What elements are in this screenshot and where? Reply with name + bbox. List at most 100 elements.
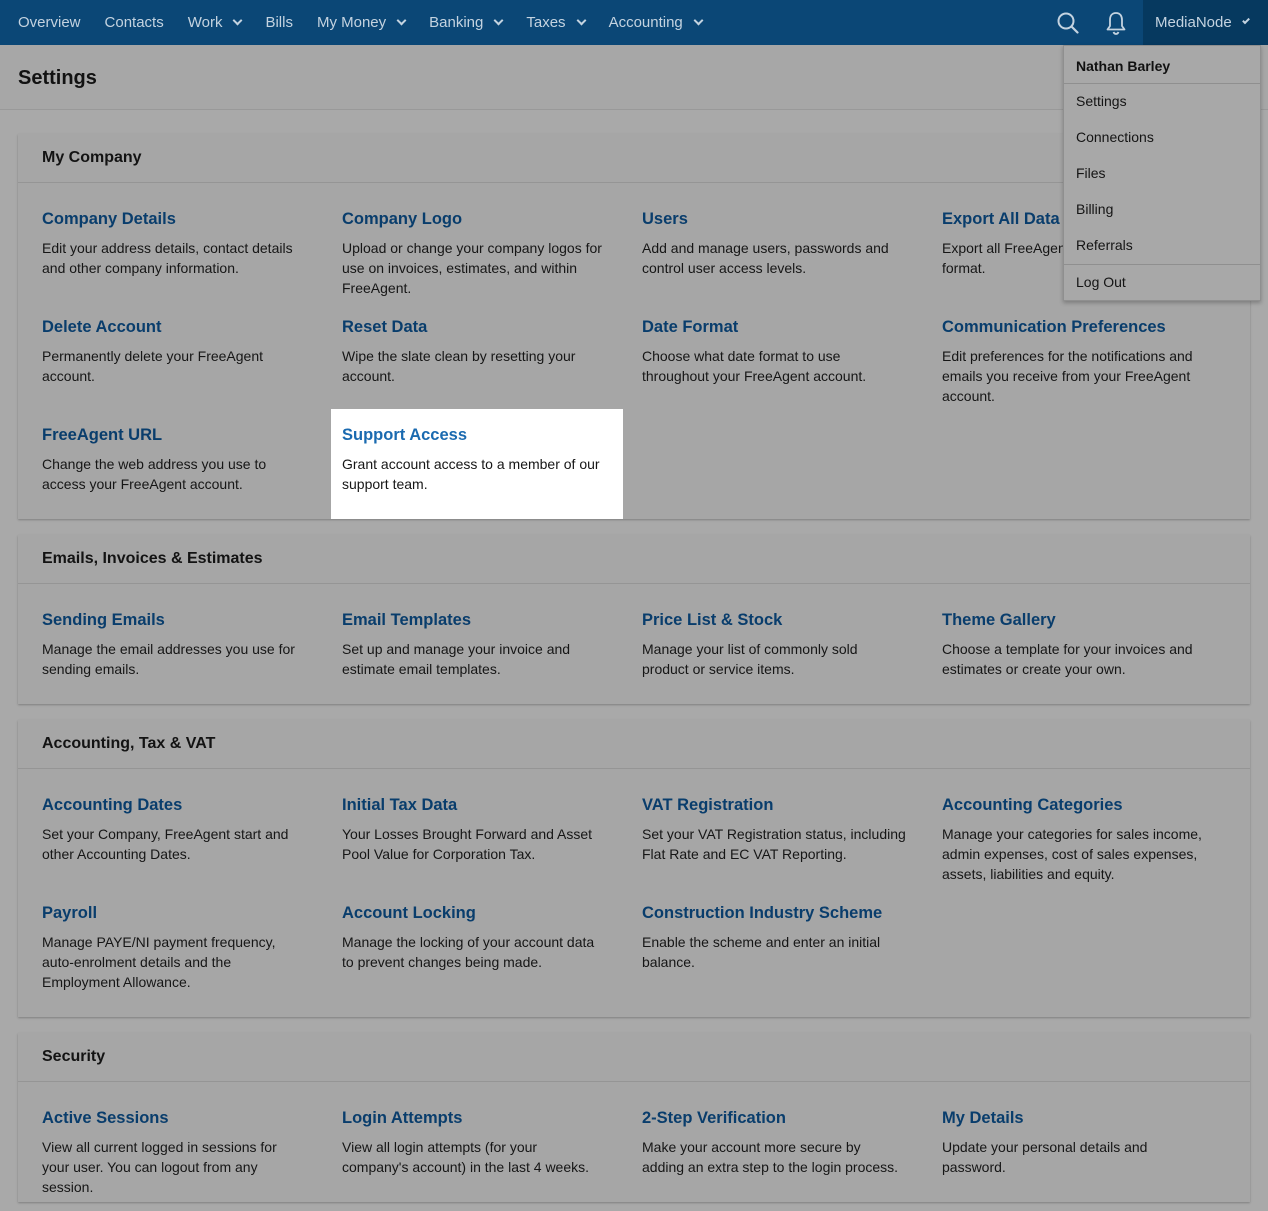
setting-description: Manage the locking of your account data … xyxy=(342,934,595,970)
setting-description: Set your VAT Registration status, includ… xyxy=(642,826,906,862)
setting-link[interactable]: Construction Industry Scheme xyxy=(642,903,910,923)
setting-accounting-categories: Accounting Categories Manage your catego… xyxy=(918,795,1210,884)
setting-vat-registration: VAT Registration Set your VAT Registrati… xyxy=(618,795,910,864)
dropdown-item-connections[interactable]: Connections xyxy=(1064,120,1260,156)
setting-description: Make your account more secure by adding … xyxy=(642,1139,899,1175)
dropdown-item-settings[interactable]: Settings xyxy=(1064,84,1260,120)
nav-label: Overview xyxy=(18,14,81,31)
setting-date-format: Date Format Choose what date format to u… xyxy=(618,317,910,386)
account-label: MediaNode xyxy=(1155,14,1232,31)
account-menu-button[interactable]: MediaNode xyxy=(1143,0,1268,45)
nav-bills[interactable]: Bills xyxy=(265,0,293,45)
setting-link[interactable]: Reset Data xyxy=(342,317,610,337)
top-navigation: Overview Contacts Work Bills My Money Ba… xyxy=(0,0,1268,45)
setting-users: Users Add and manage users, passwords an… xyxy=(618,209,910,278)
setting-link[interactable]: Payroll xyxy=(42,903,310,923)
setting-description: Your Losses Brought Forward and Asset Po… xyxy=(342,826,593,862)
dropdown-item-referrals[interactable]: Referrals xyxy=(1064,228,1260,264)
section-accounting-tax-vat: Accounting, Tax & VAT Accounting Dates S… xyxy=(18,720,1250,1017)
setting-initial-tax-data: Initial Tax Data Your Losses Brought For… xyxy=(318,795,610,864)
setting-link[interactable]: Price List & Stock xyxy=(642,610,910,630)
search-button[interactable] xyxy=(1044,0,1092,45)
setting-link[interactable]: Communication Preferences xyxy=(942,317,1210,337)
setting-description: Manage your list of commonly sold produc… xyxy=(642,641,858,677)
setting-link[interactable]: Email Templates xyxy=(342,610,610,630)
setting-active-sessions: Active Sessions View all current logged … xyxy=(18,1108,310,1197)
setting-link[interactable]: Date Format xyxy=(642,317,910,337)
nav-label: Work xyxy=(187,14,223,31)
setting-description: Edit preferences for the notifications a… xyxy=(942,348,1193,404)
dropdown-user-name: Nathan Barley xyxy=(1064,46,1260,84)
setting-description: Upload or change your company logos for … xyxy=(342,240,602,296)
setting-email-templates: Email Templates Set up and manage your i… xyxy=(318,610,610,679)
nav-overview[interactable]: Overview xyxy=(18,0,81,45)
setting-company-details: Company Details Edit your address detail… xyxy=(18,209,310,278)
setting-link[interactable]: Account Locking xyxy=(342,903,610,923)
setting-description: Enable the scheme and enter an initial b… xyxy=(642,934,881,970)
setting-description: Add and manage users, passwords and cont… xyxy=(642,240,889,276)
setting-description: Permanently delete your FreeAgent accoun… xyxy=(42,348,264,384)
chevron-down-icon xyxy=(693,15,704,26)
setting-link[interactable]: Sending Emails xyxy=(42,610,310,630)
setting-link[interactable]: Accounting Dates xyxy=(42,795,310,815)
setting-description: View all login attempts (for your compan… xyxy=(342,1139,590,1175)
setting-company-logo: Company Logo Upload or change your compa… xyxy=(318,209,610,298)
setting-link[interactable]: Theme Gallery xyxy=(942,610,1210,630)
section-emails-invoices-estimates: Emails, Invoices & Estimates Sending Ema… xyxy=(18,535,1250,704)
setting-2-step-verification: 2-Step Verification Make your account mo… xyxy=(618,1108,910,1177)
page-title: Settings xyxy=(18,67,97,89)
chevron-down-icon xyxy=(493,15,504,26)
setting-description: Choose what date format to use throughou… xyxy=(642,348,867,384)
setting-link[interactable]: Active Sessions xyxy=(42,1108,310,1128)
setting-link[interactable]: Initial Tax Data xyxy=(342,795,610,815)
setting-description: Set your Company, FreeAgent start and ot… xyxy=(42,826,289,862)
setting-link[interactable]: Users xyxy=(642,209,910,229)
section-title: Security xyxy=(18,1033,1250,1082)
nav-taxes[interactable]: Taxes xyxy=(526,0,587,45)
nav-right-group: MediaNode xyxy=(1044,0,1268,45)
setting-link[interactable]: Company Details xyxy=(42,209,310,229)
setting-login-attempts: Login Attempts View all login attempts (… xyxy=(318,1108,610,1177)
nav-label: My Money xyxy=(316,14,387,31)
chevron-down-icon xyxy=(576,15,587,26)
setting-link[interactable]: My Details xyxy=(942,1108,1210,1128)
chevron-down-icon xyxy=(233,15,243,26)
chevron-down-icon xyxy=(1241,16,1250,25)
nav-my-money[interactable]: My Money xyxy=(316,0,407,45)
setting-communication-preferences: Communication Preferences Edit preferenc… xyxy=(918,317,1210,406)
setting-delete-account: Delete Account Permanently delete your F… xyxy=(18,317,310,386)
setting-link[interactable]: VAT Registration xyxy=(642,795,910,815)
nav-label: Bills xyxy=(265,14,293,31)
setting-link[interactable]: 2-Step Verification xyxy=(642,1108,910,1128)
setting-construction-industry-scheme: Construction Industry Scheme Enable the … xyxy=(618,903,910,972)
setting-description: Wipe the slate clean by resetting your a… xyxy=(342,348,576,384)
setting-description: Change the web address you use to access… xyxy=(42,456,267,492)
setting-link[interactable]: Login Attempts xyxy=(342,1108,610,1128)
setting-payroll: Payroll Manage PAYE/NI payment frequency… xyxy=(18,903,310,992)
dropdown-item-billing[interactable]: Billing xyxy=(1064,192,1260,228)
section-title: Emails, Invoices & Estimates xyxy=(18,535,1250,584)
setting-account-locking: Account Locking Manage the locking of yo… xyxy=(318,903,610,972)
nav-banking[interactable]: Banking xyxy=(429,0,504,45)
setting-description: Manage PAYE/NI payment frequency, auto-e… xyxy=(42,934,276,990)
setting-link[interactable]: Company Logo xyxy=(342,209,610,229)
setting-link[interactable]: Accounting Categories xyxy=(942,795,1210,815)
account-dropdown-menu: Nathan Barley Settings Connections Files… xyxy=(1063,45,1261,301)
section-security: Security Active Sessions View all curren… xyxy=(18,1033,1250,1202)
nav-contacts[interactable]: Contacts xyxy=(105,0,164,45)
notifications-button[interactable] xyxy=(1092,0,1140,45)
setting-description: Update your personal details and passwor… xyxy=(942,1139,1148,1175)
dropdown-item-log-out[interactable]: Log Out xyxy=(1064,264,1260,300)
setting-link[interactable]: Support Access xyxy=(342,425,623,445)
dropdown-item-files[interactable]: Files xyxy=(1064,156,1260,192)
nav-label: Accounting xyxy=(608,14,683,31)
nav-work[interactable]: Work xyxy=(187,0,243,45)
setting-link[interactable]: FreeAgent URL xyxy=(42,425,310,445)
setting-description: Choose a template for your invoices and … xyxy=(942,641,1193,677)
nav-label: Contacts xyxy=(104,14,164,31)
nav-label: Banking xyxy=(429,14,484,31)
nav-accounting[interactable]: Accounting xyxy=(608,0,704,45)
setting-link[interactable]: Delete Account xyxy=(42,317,310,337)
setting-description: Edit your address details, contact detai… xyxy=(42,240,293,276)
section-title: Accounting, Tax & VAT xyxy=(18,720,1250,769)
